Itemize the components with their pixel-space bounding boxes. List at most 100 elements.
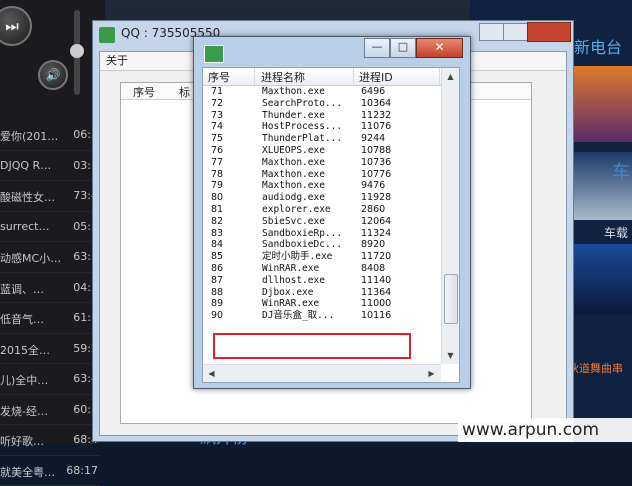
song-list: 爱你(201…06:3 DJQQ R…03:5 酸磁性女…73:4 surrec…: [0, 120, 100, 486]
song-row[interactable]: 蓝调、…04:3: [0, 273, 100, 304]
station-tile[interactable]: [574, 244, 632, 314]
process-id: 10776: [361, 169, 391, 181]
process-row[interactable]: 71Maxthon.exe6496: [203, 86, 441, 98]
process-row[interactable]: 78Maxthon.exe10776: [203, 169, 441, 181]
scroll-down-arrow-icon[interactable]: ▼: [444, 349, 457, 362]
song-title: 听好歌…: [0, 433, 44, 449]
process-name: Djbox.exe: [262, 287, 313, 299]
song-row[interactable]: 2015全…59:2: [0, 334, 100, 365]
process-row[interactable]: 80audiodg.exe11928: [203, 192, 441, 204]
process-row[interactable]: 83SandboxieRp...11324: [203, 228, 441, 240]
process-row[interactable]: 90DJ音乐盒_取...10116: [203, 310, 441, 322]
process-id: 8920: [361, 239, 385, 251]
column-header-pid[interactable]: 进程ID: [359, 69, 393, 85]
next-track-button[interactable]: ⏭: [0, 6, 32, 46]
process-name: ThunderPlat...: [262, 133, 342, 145]
highlight-box: [213, 333, 411, 359]
song-title: 儿)全中…: [0, 372, 48, 388]
close-button[interactable]: ✕: [416, 38, 463, 58]
minimize-button[interactable]: [479, 23, 505, 41]
scroll-left-arrow-icon[interactable]: ◀: [205, 367, 218, 380]
skip-forward-icon: ⏭: [5, 17, 19, 35]
horizontal-scrollbar[interactable]: ◀ ▶: [203, 364, 441, 382]
column-header-process-name[interactable]: 进程名称: [261, 69, 305, 85]
process-name: HostProcess...: [262, 121, 342, 133]
process-row[interactable]: 87dllhost.exe11140: [203, 275, 441, 287]
process-row[interactable]: 76XLUEOPS.exe10788: [203, 145, 441, 157]
song-title: 爱你(201…: [0, 128, 58, 144]
minimize-button[interactable]: —: [364, 38, 390, 58]
process-index: 78: [211, 169, 223, 181]
vertical-scrollbar[interactable]: ▲ ▼: [441, 68, 459, 364]
song-title: 低音气…: [0, 311, 44, 327]
process-id: 11140: [361, 275, 391, 287]
app-logo-icon: [204, 45, 224, 63]
process-id: 2860: [361, 204, 385, 216]
process-index: 80: [211, 192, 223, 204]
song-row[interactable]: 发烧-经…60:5: [0, 395, 100, 426]
process-index: 76: [211, 145, 223, 157]
maximize-icon: □: [398, 40, 408, 53]
song-row[interactable]: DJQQ R…03:5: [0, 151, 100, 182]
process-row[interactable]: 77Maxthon.exe10736: [203, 157, 441, 169]
new-station-heading: 新电台: [574, 34, 622, 58]
process-index: 90: [211, 310, 223, 322]
process-index: 86: [211, 263, 223, 275]
watermark: www.arpun.com: [458, 418, 632, 442]
process-id: 11928: [361, 192, 391, 204]
song-title: 蓝调、…: [0, 281, 44, 297]
scroll-right-arrow-icon[interactable]: ▶: [425, 367, 438, 380]
process-row[interactable]: 74HostProcess...11076: [203, 121, 441, 133]
song-row[interactable]: 就美全粤…68:17: [0, 456, 100, 486]
station-caption: 狄道舞曲串: [568, 360, 623, 376]
process-index: 73: [211, 110, 223, 122]
column-header-index[interactable]: 序号: [208, 69, 230, 85]
process-row[interactable]: 89WinRAR.exe11000: [203, 298, 441, 310]
column-header-title[interactable]: 标: [179, 84, 190, 100]
column-divider[interactable]: [439, 68, 440, 85]
song-row[interactable]: 动感MC小…63:2: [0, 242, 100, 273]
process-row[interactable]: 86WinRAR.exe8408: [203, 263, 441, 275]
station-tile[interactable]: [574, 66, 632, 142]
close-button[interactable]: [527, 22, 571, 42]
song-row[interactable]: 听好歌…68:4: [0, 425, 100, 456]
column-header-index[interactable]: 序号: [133, 84, 155, 100]
process-row[interactable]: 82SbieSvc.exe12064: [203, 216, 441, 228]
process-index: 72: [211, 98, 223, 110]
process-index: 84: [211, 239, 223, 251]
volume-slider-knob[interactable]: [70, 44, 84, 58]
column-divider[interactable]: [353, 68, 354, 85]
column-divider[interactable]: [254, 68, 255, 85]
process-row[interactable]: 84SandboxieDc...8920: [203, 239, 441, 251]
process-id: 10788: [361, 145, 391, 157]
process-row-selected[interactable]: 88Djbox.exe11364: [203, 287, 441, 299]
process-row[interactable]: 73Thunder.exe11232: [203, 110, 441, 122]
process-list-view[interactable]: 序号 进程名称 进程ID 71Maxthon.exe6496 72SearchP…: [202, 67, 460, 383]
process-name: dllhost.exe: [262, 275, 325, 287]
process-row[interactable]: 85定时小助手.exe11720: [203, 251, 441, 263]
process-row[interactable]: 79Maxthon.exe9476: [203, 180, 441, 192]
song-title: surrect…: [0, 220, 49, 233]
song-row[interactable]: 儿)全中…63:4: [0, 364, 100, 395]
process-id: 10116: [361, 310, 391, 322]
maximize-button[interactable]: [503, 23, 529, 41]
process-row[interactable]: 75ThunderPlat...9244: [203, 133, 441, 145]
list-header: 序号 进程名称 进程ID: [203, 68, 441, 86]
scroll-thumb[interactable]: [444, 274, 458, 324]
process-row[interactable]: 81explorer.exe2860: [203, 204, 441, 216]
song-row[interactable]: surrect…05:3: [0, 212, 100, 243]
song-duration: 68:17: [66, 464, 98, 477]
playlist-panel: ⏭ 🔊 爱你(201…06:3 DJQQ R…03:5 酸磁性女…73:4 su…: [0, 0, 105, 444]
song-row[interactable]: 爱你(201…06:3: [0, 120, 100, 151]
process-id: 11720: [361, 251, 391, 263]
menu-item-about[interactable]: 关于: [106, 54, 128, 67]
song-row[interactable]: 低音气…61:3: [0, 303, 100, 334]
volume-button[interactable]: 🔊: [38, 60, 68, 90]
process-row[interactable]: 72SearchProto...10364: [203, 98, 441, 110]
scroll-up-arrow-icon[interactable]: ▲: [444, 70, 457, 83]
song-row[interactable]: 酸磁性女…73:4: [0, 181, 100, 212]
process-id: 6496: [361, 86, 385, 98]
volume-slider[interactable]: [74, 10, 80, 95]
maximize-button[interactable]: □: [390, 38, 416, 58]
process-id: 10364: [361, 98, 391, 110]
